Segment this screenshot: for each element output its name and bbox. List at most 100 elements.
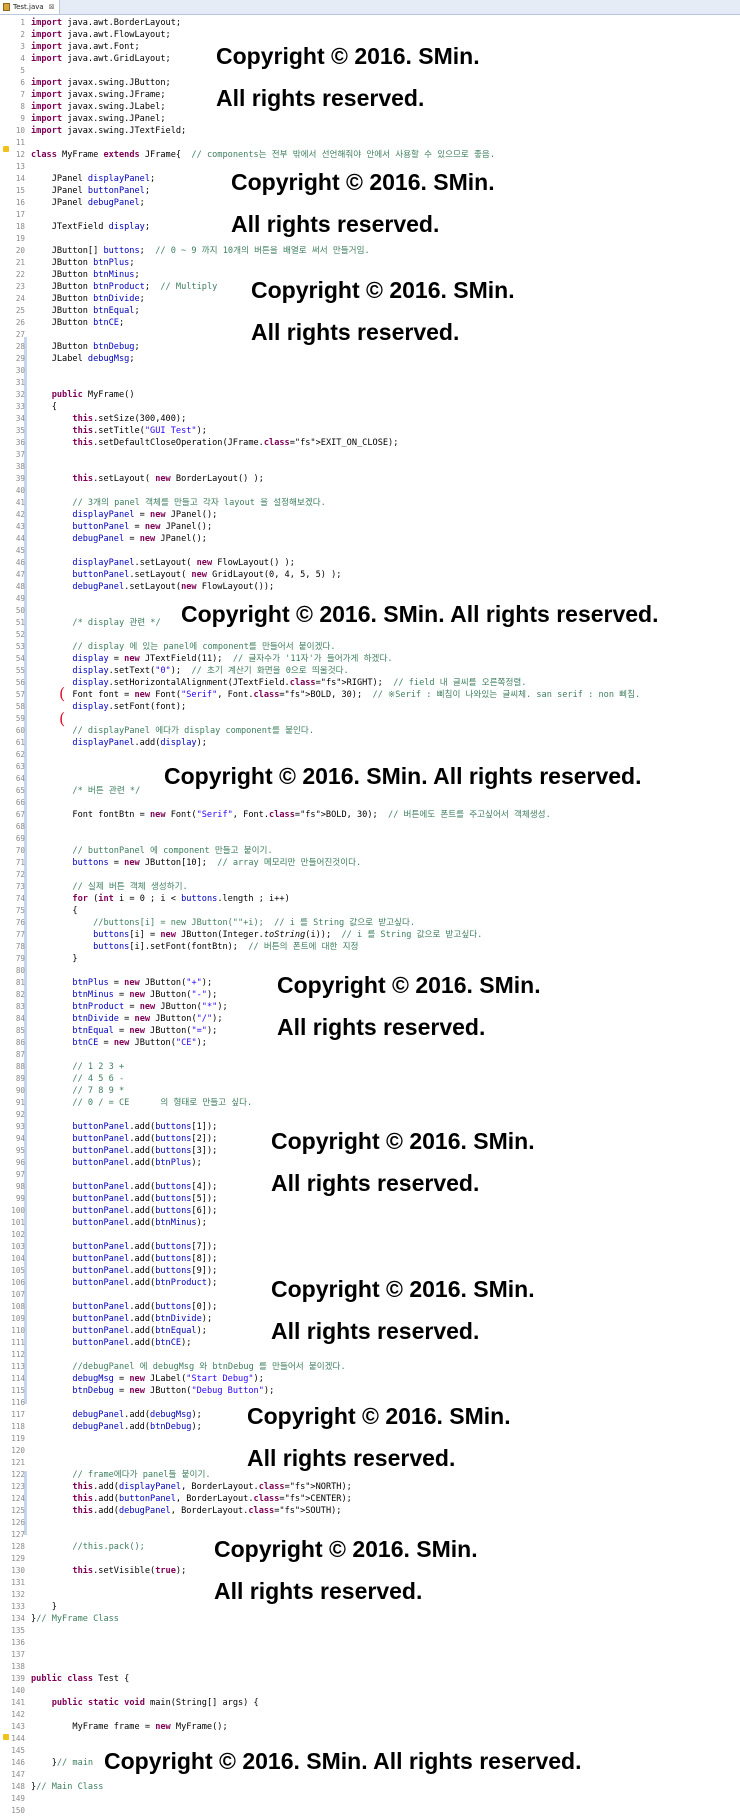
code-text[interactable]: btnProduct = new JButton("*"); [31,1001,227,1013]
code-text[interactable]: buttonPanel.add(buttons[2]); [31,1133,217,1145]
code-text[interactable]: JButton btnProduct; // Multiply [31,281,218,293]
code-text[interactable]: }// Main Class [31,1781,103,1793]
code-text[interactable]: displayPanel.add(display); [31,737,207,749]
code-text[interactable]: buttonPanel.add(btnPlus); [31,1157,201,1169]
code-line[interactable]: 92 [0,1109,740,1121]
code-text[interactable]: JPanel debugPanel; [31,197,145,209]
code-line[interactable]: 140 [0,1685,740,1697]
code-text[interactable]: this.add(debugPanel, BorderLayout.class=… [31,1505,341,1517]
code-line[interactable]: 59 [0,713,740,725]
code-text[interactable]: buttonPanel.add(buttons[0]); [31,1301,217,1313]
code-text[interactable]: JLabel debugMsg; [31,353,135,365]
code-line[interactable]: 40 [0,485,740,497]
code-text[interactable]: // 0 / = CE 의 형태로 만들고 싶다. [31,1097,252,1109]
code-text[interactable]: buttonPanel.add(buttons[6]); [31,1205,217,1217]
code-text[interactable]: //buttons[i] = new JButton(""+i); // i 를… [31,917,415,929]
code-line[interactable]: 72 [0,869,740,881]
code-line[interactable]: 143 MyFrame frame = new MyFrame(); [0,1721,740,1733]
code-line[interactable]: 21 JButton btnPlus; [0,257,740,269]
code-line[interactable]: 138 [0,1661,740,1673]
code-text[interactable]: btnEqual = new JButton("="); [31,1025,217,1037]
code-text[interactable]: debugPanel.add(btnDebug); [31,1421,201,1433]
code-line[interactable]: 75 { [0,905,740,917]
code-text[interactable]: buttons[i] = new JButton(Integer.toStrin… [31,929,482,941]
code-text[interactable]: //debugPanel 에 debugMsg 와 btnDebug 를 만들어… [31,1361,345,1373]
code-line[interactable]: 74 for (int i = 0 ; i < buttons.length ;… [0,893,740,905]
code-line[interactable]: 103 buttonPanel.add(buttons[7]); [0,1241,740,1253]
code-text[interactable]: import javax.swing.JTextField; [31,125,186,137]
code-text[interactable]: public class Test { [31,1673,129,1685]
code-text[interactable]: JTextField display; [31,221,150,233]
code-line[interactable]: 42 displayPanel = new JPanel(); [0,509,740,521]
code-text[interactable]: MyFrame frame = new MyFrame(); [31,1721,227,1733]
code-text[interactable]: // 7 8 9 * [31,1085,124,1097]
code-text[interactable]: this.add(buttonPanel, BorderLayout.class… [31,1493,351,1505]
code-text[interactable]: Font font = new Font("Serif", Font.class… [31,689,640,701]
code-line[interactable]: 102 [0,1229,740,1241]
code-line[interactable]: 130 this.setVisible(true); [0,1565,740,1577]
editor-tab[interactable]: Test.java ⊠ [0,0,60,14]
code-text[interactable]: displayPanel = new JPanel(); [31,509,217,521]
code-line[interactable]: 141 public static void main(String[] arg… [0,1697,740,1709]
code-text[interactable]: btnDebug = new JButton("Debug Button"); [31,1385,274,1397]
code-line[interactable]: 68 [0,821,740,833]
code-text[interactable]: { [31,401,57,413]
code-line[interactable]: 67 Font fontBtn = new Font("Serif", Font… [0,809,740,821]
code-text[interactable]: { [31,905,77,917]
code-line[interactable]: 37 [0,449,740,461]
code-line[interactable]: 91 // 0 / = CE 의 형태로 만들고 싶다. [0,1097,740,1109]
code-text[interactable]: JPanel buttonPanel; [31,185,150,197]
code-line[interactable]: 125 this.add(debugPanel, BorderLayout.cl… [0,1505,740,1517]
code-text[interactable]: btnPlus = new JButton("+"); [31,977,212,989]
code-line[interactable]: 124 this.add(buttonPanel, BorderLayout.c… [0,1493,740,1505]
code-line[interactable]: 46 displayPanel.setLayout( new FlowLayou… [0,557,740,569]
code-line[interactable]: 45 [0,545,740,557]
code-text[interactable]: import java.awt.BorderLayout; [31,17,181,29]
code-text[interactable]: class MyFrame extends JFrame{ // compone… [31,149,495,161]
code-text[interactable]: buttons[i].setFont(fontBtn); // 버튼의 폰트에 … [31,941,358,953]
code-text[interactable]: buttonPanel.add(btnCE); [31,1337,191,1349]
code-line[interactable]: 137 [0,1649,740,1661]
code-text[interactable]: this.setDefaultCloseOperation(JFrame.cla… [31,437,398,449]
code-line[interactable]: 100 buttonPanel.add(buttons[6]); [0,1205,740,1217]
code-line[interactable]: 31 [0,377,740,389]
code-line[interactable]: 126 [0,1517,740,1529]
code-line[interactable]: 104 buttonPanel.add(buttons[8]); [0,1253,740,1265]
code-text[interactable]: } [31,1601,57,1613]
code-line[interactable]: 60 // displayPanel 에다가 display component… [0,725,740,737]
code-line[interactable]: 114 debugMsg = new JLabel("Start Debug")… [0,1373,740,1385]
code-line[interactable]: 61 displayPanel.add(display); [0,737,740,749]
code-line[interactable]: 55 display.setText("0"); // 초기 계산기 화면을 0… [0,665,740,677]
code-text[interactable]: public MyFrame() [31,389,135,401]
code-text[interactable]: /* display 관련 */ [31,617,160,629]
code-line[interactable]: 71 buttons = new JButton[10]; // array 메… [0,857,740,869]
code-text[interactable]: debugPanel.setLayout(new FlowLayout()); [31,581,274,593]
code-text[interactable]: import javax.swing.JFrame; [31,89,166,101]
code-text[interactable]: display = new JTextField(11); // 글자수가 '1… [31,653,392,665]
code-line[interactable]: 1 import java.awt.BorderLayout; [0,17,740,29]
code-text[interactable]: display.setHorizontalAlignment(JTextFiel… [31,677,526,689]
warning-marker-icon[interactable] [3,1734,9,1740]
code-text[interactable]: // 1 2 3 + [31,1061,124,1073]
code-text[interactable]: btnCE = new JButton("CE"); [31,1037,207,1049]
warning-marker-icon[interactable] [3,146,9,152]
code-text[interactable]: Font fontBtn = new Font("Serif", Font.cl… [31,809,550,821]
code-text[interactable]: buttonPanel.add(buttons[5]); [31,1193,217,1205]
code-line[interactable]: 54 display = new JTextField(11); // 글자수가… [0,653,740,665]
code-text[interactable]: } [31,953,77,965]
code-text[interactable]: //this.pack(); [31,1541,144,1553]
code-line[interactable]: 148}// Main Class [0,1781,740,1793]
code-line[interactable]: 2 import java.awt.FlowLayout; [0,29,740,41]
code-text[interactable]: btnDivide = new JButton("/"); [31,1013,222,1025]
code-line[interactable]: 41 // 3개의 panel 객체를 만들고 각자 layout 을 설정해보… [0,497,740,509]
code-text[interactable]: // 실제 버튼 객체 생성하기. [31,881,187,893]
code-line[interactable]: 20 JButton[] buttons; // 0 ~ 9 까지 10개의 버… [0,245,740,257]
code-text[interactable]: import java.awt.GridLayout; [31,53,171,65]
code-line[interactable]: 47 buttonPanel.setLayout( new GridLayout… [0,569,740,581]
code-text[interactable]: public static void main(String[] args) { [31,1697,259,1709]
code-line[interactable]: 135 [0,1625,740,1637]
code-text[interactable]: this.setSize(300,400); [31,413,186,425]
code-text[interactable]: JButton btnEqual; [31,305,140,317]
code-line[interactable]: 115 btnDebug = new JButton("Debug Button… [0,1385,740,1397]
code-text[interactable]: JPanel displayPanel; [31,173,156,185]
